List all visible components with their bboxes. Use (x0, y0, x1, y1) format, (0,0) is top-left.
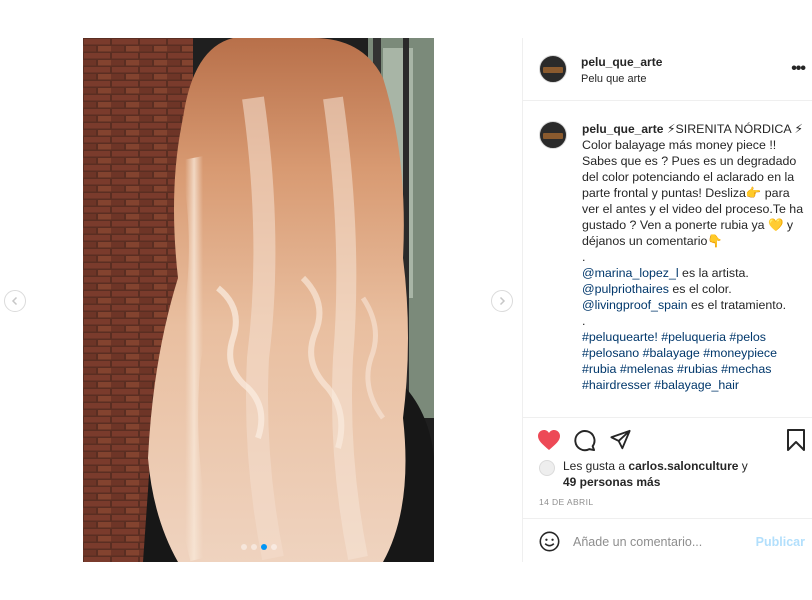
caption-avatar[interactable] (539, 121, 567, 149)
likes-others-link[interactable]: 49 personas más (563, 475, 660, 489)
caption: pelu_que_arte ⚡SIRENITA NÓRDICA ⚡ Color … (582, 121, 807, 393)
post-header: pelu_que_arte Pelu que arte ••• (523, 38, 812, 101)
more-icon[interactable]: ••• (791, 60, 806, 78)
likes-summary: Les gusta a carlos.salonculture y 49 per… (563, 458, 748, 490)
mention-link[interactable]: @pulpriothaires (582, 282, 669, 296)
liker-avatar[interactable] (539, 460, 555, 476)
carousel-dot (270, 544, 277, 550)
hashtags[interactable]: #peluquearte! #peluqueria #pelos #pelosa… (582, 329, 807, 393)
post-username[interactable]: pelu_que_arte (581, 55, 662, 69)
caption-username[interactable]: pelu_que_arte (582, 122, 663, 136)
mention-text: es la artista. (678, 266, 749, 280)
liker-username[interactable]: carlos.salonculture (628, 459, 738, 473)
post-actions: Les gusta a carlos.salonculture y 49 per… (523, 417, 812, 563)
share-icon[interactable] (609, 429, 632, 451)
emoji-icon[interactable] (539, 531, 560, 552)
comment-icon[interactable] (573, 429, 596, 452)
caption-title: ⚡SIRENITA NÓRDICA ⚡ (666, 122, 804, 136)
carousel-indicator (83, 544, 434, 550)
carousel-dot (240, 544, 247, 550)
post-location[interactable]: Pelu que arte (581, 73, 662, 85)
caption-body: Color balayage más money piece !! Sabes … (582, 138, 804, 248)
publish-button[interactable]: Publicar (756, 535, 805, 549)
chevron-left-icon (11, 296, 18, 306)
post-date[interactable]: 14 DE ABRIL (539, 497, 593, 507)
caption-separator: . (582, 314, 586, 328)
caption-area: pelu_que_arte ⚡SIRENITA NÓRDICA ⚡ Color … (523, 101, 812, 417)
comment-form: Añade un comentario... Publicar (523, 518, 812, 564)
likes-prefix: Les gusta a (563, 459, 629, 473)
bookmark-icon[interactable] (787, 429, 805, 451)
post-details-panel: pelu_que_arte Pelu que arte ••• pelu_que… (522, 38, 812, 562)
post-image[interactable] (83, 38, 434, 562)
likes-suffix: y (738, 459, 748, 473)
chevron-right-icon (499, 296, 506, 306)
carousel-dot-active (260, 544, 267, 550)
mention-link[interactable]: @marina_lopez_l (582, 266, 679, 280)
heart-icon[interactable] (537, 429, 561, 451)
carousel-next-button[interactable] (491, 290, 513, 312)
mention-text: es el color. (668, 282, 732, 296)
hair-photo (83, 38, 434, 562)
mention-text: es el tratamiento. (687, 298, 787, 312)
mention-link[interactable]: @livingproof_spain (582, 298, 688, 312)
carousel-dot (250, 544, 257, 550)
caption-separator: . (582, 250, 586, 264)
carousel-prev-button[interactable] (4, 290, 26, 312)
comment-input[interactable]: Añade un comentario... (573, 535, 702, 549)
avatar[interactable] (539, 55, 567, 83)
